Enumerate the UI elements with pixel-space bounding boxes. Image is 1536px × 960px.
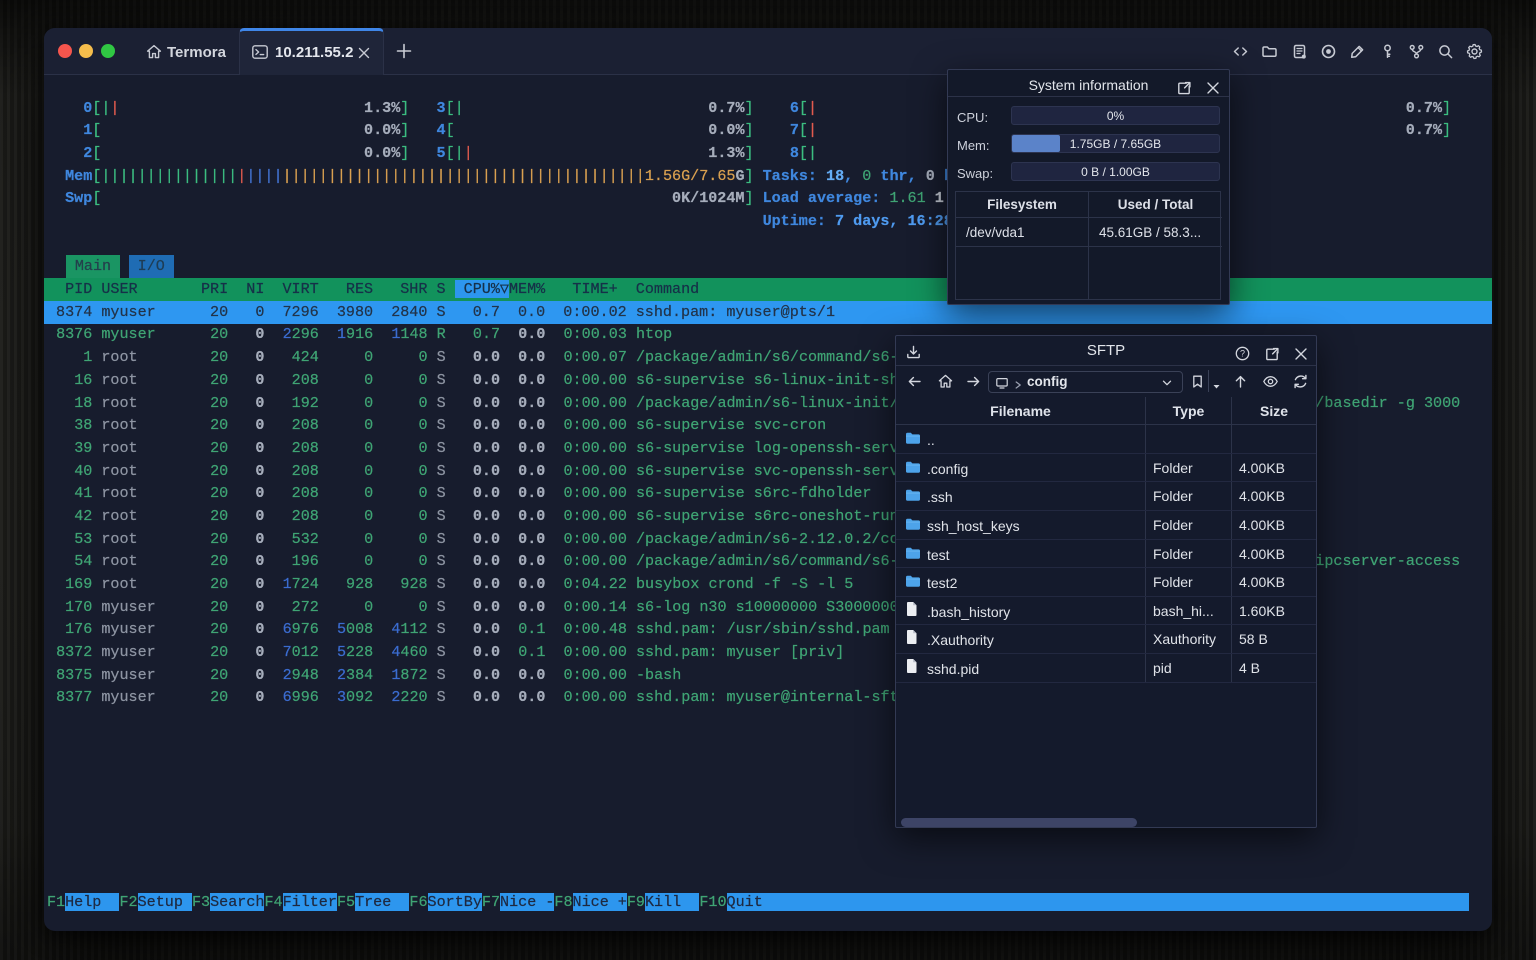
svg-text:?: ? (1240, 349, 1245, 359)
